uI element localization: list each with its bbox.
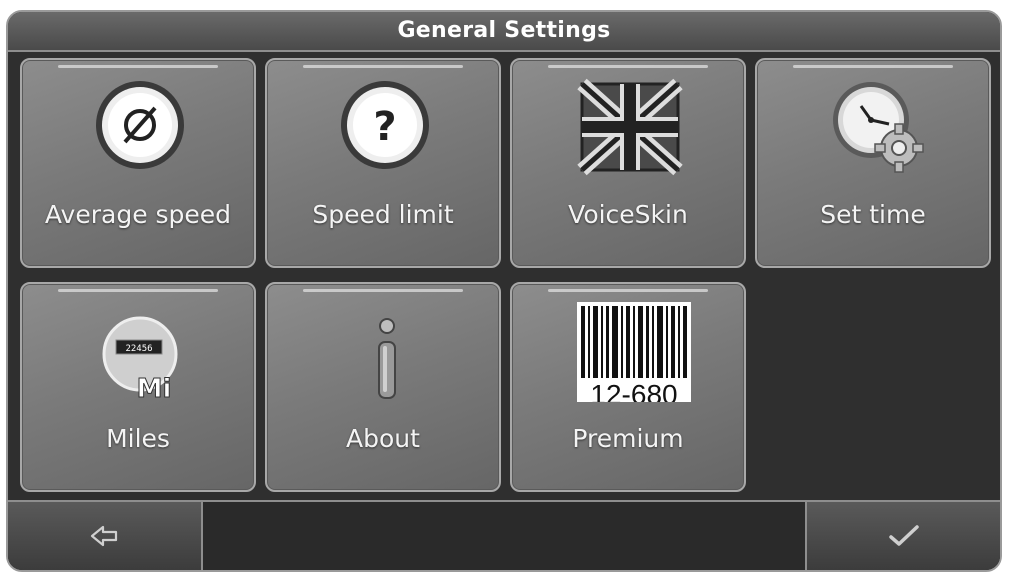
speed-limit-button[interactable]: ? Speed limit	[265, 58, 501, 268]
tile-label: VoiceSkin	[568, 200, 688, 229]
tile-gloss	[548, 289, 708, 292]
tile-gloss	[58, 289, 218, 292]
average-speed-button[interactable]: Average speed	[20, 58, 256, 268]
back-button[interactable]	[8, 502, 203, 570]
info-icon	[267, 302, 499, 402]
tile-label: About	[346, 424, 420, 453]
odometer-counter: 22456	[125, 344, 152, 354]
tile-gloss	[303, 65, 463, 68]
svg-text:?: ?	[373, 104, 396, 150]
page-title: General Settings	[397, 18, 611, 43]
tile-gloss	[793, 65, 953, 68]
tile-gloss	[303, 289, 463, 292]
speed-limit-icon: ?	[267, 78, 499, 178]
general-settings-screen: General Settings Average speed ? Speed l…	[6, 10, 1002, 572]
tile-label: Miles	[106, 424, 170, 453]
bottom-bar-spacer	[203, 502, 805, 570]
bottom-bar	[8, 500, 1000, 570]
clock-gear-icon	[757, 78, 989, 178]
premium-button[interactable]: 12-680 Premium	[510, 282, 746, 492]
miles-unit-text: Mi	[137, 374, 172, 402]
odometer-miles-icon: 22456 Mi	[22, 302, 254, 405]
set-time-button[interactable]: Set time	[755, 58, 991, 268]
tile-gloss	[548, 65, 708, 68]
tile-label: Set time	[820, 200, 926, 229]
confirm-button[interactable]	[805, 502, 1000, 570]
miles-button[interactable]: 22456 Mi Miles	[20, 282, 256, 492]
tile-label: Speed limit	[312, 200, 454, 229]
barcode-icon: 12-680	[512, 302, 744, 410]
tile-gloss	[58, 65, 218, 68]
about-button[interactable]: About	[265, 282, 501, 492]
barcode-number: 12-680	[590, 379, 677, 402]
tile-label: Premium	[572, 424, 684, 453]
union-flag-icon	[512, 78, 744, 178]
title-bar: General Settings	[8, 12, 1000, 52]
voiceskin-button[interactable]: VoiceSkin	[510, 58, 746, 268]
tile-label: Average speed	[44, 200, 232, 229]
average-speed-icon	[22, 78, 254, 178]
